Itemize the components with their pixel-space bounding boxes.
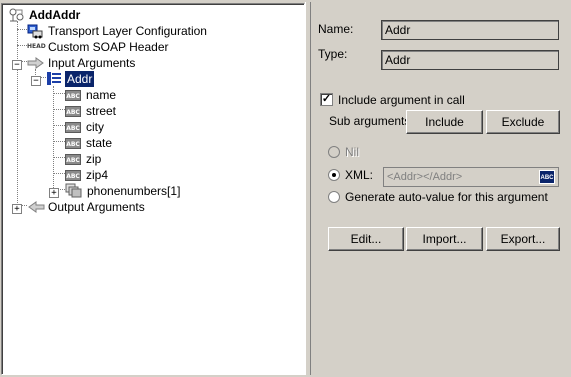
tree-node-label: Transport Layer Configuration <box>48 24 207 38</box>
tree-node-phonenumbers[interactable]: phonenumbers[1] <box>65 183 225 199</box>
string-type-icon: ABC <box>65 122 81 133</box>
type-label: Type: <box>318 47 348 61</box>
transport-icon <box>27 24 43 39</box>
tree-node-input-arguments[interactable]: Input Arguments <box>27 55 227 71</box>
tree-node-field-city[interactable]: ABC city <box>65 119 185 135</box>
tree-connector <box>53 86 54 190</box>
tree-node-soap-header[interactable]: HEAD Custom SOAP Header <box>27 39 227 55</box>
tree-node-label: Custom SOAP Header <box>48 40 169 54</box>
xml-radio[interactable] <box>328 169 340 181</box>
tree-node-label: name <box>86 88 117 102</box>
import-button[interactable]: Import... <box>406 227 483 251</box>
include-argument-label: Include argument in call <box>338 93 465 107</box>
nil-label: Nil <box>345 145 359 159</box>
tree-node-label: zip <box>86 152 102 166</box>
tree-connector <box>17 29 27 30</box>
soap-header-icon: HEAD <box>27 43 46 50</box>
tree-node-output-arguments[interactable]: Output Arguments <box>27 199 227 215</box>
tree-connector <box>58 189 65 190</box>
tree-node-addr[interactable]: Addr <box>46 71 126 87</box>
string-type-icon: ABC <box>65 90 81 101</box>
array-icon <box>65 183 82 198</box>
tree-connector <box>53 141 65 142</box>
xml-label: XML: <box>345 168 374 182</box>
tree-connector <box>53 109 65 110</box>
tree-node-field-street[interactable]: ABC street <box>65 103 185 119</box>
method-icon <box>9 8 24 22</box>
tree-connector <box>17 21 18 211</box>
sub-arguments-label: Sub arguments: <box>329 114 414 128</box>
edit-button[interactable]: Edit... <box>328 227 404 251</box>
struct-icon <box>47 72 61 85</box>
argument-tree[interactable]: AddAddr Transport Layer Configuration HE… <box>1 3 305 375</box>
name-label: Name: <box>318 22 354 36</box>
exclude-button[interactable]: Exclude <box>486 110 560 134</box>
include-argument-checkbox[interactable]: ✓ <box>320 93 333 106</box>
tree-node-label: AddAddr <box>29 8 81 22</box>
type-field: Addr <box>381 50 559 70</box>
auto-value-radio[interactable] <box>328 191 340 203</box>
xml-value-field[interactable]: <Addr></Addr> <box>383 167 559 187</box>
collapse-toggle[interactable]: − <box>12 60 22 70</box>
include-button[interactable]: Include <box>406 110 483 134</box>
tree-node-field-zip[interactable]: ABC zip <box>65 151 185 167</box>
output-arrow-icon <box>28 201 45 213</box>
tree-node-label: Addr <box>65 71 95 87</box>
collapse-toggle[interactable]: − <box>31 76 41 86</box>
tree-node-label: phonenumbers[1] <box>87 184 181 198</box>
tree-connector <box>53 173 65 174</box>
input-arrow-icon <box>27 57 44 69</box>
tree-node-label: Output Arguments <box>48 200 145 214</box>
pane-splitter[interactable] <box>305 2 311 375</box>
expand-toggle[interactable]: + <box>49 188 59 198</box>
tree-node-transport[interactable]: Transport Layer Configuration <box>27 23 227 39</box>
tree-node-label: street <box>86 104 117 118</box>
tree-node-label: city <box>86 120 104 134</box>
name-field: Addr <box>381 20 559 40</box>
tree-connector <box>53 93 65 94</box>
tree-node-field-zip4[interactable]: ABC zip4 <box>65 167 185 183</box>
tree-node-field-name[interactable]: ABC name <box>65 87 185 103</box>
string-type-icon: ABC <box>65 154 81 165</box>
string-type-icon: ABC <box>65 170 81 181</box>
expand-toggle[interactable]: + <box>12 204 22 214</box>
nil-radio[interactable] <box>328 146 340 158</box>
auto-value-label: Generate auto-value for this argument <box>345 190 548 204</box>
export-button[interactable]: Export... <box>486 227 560 251</box>
string-type-icon: ABC <box>65 106 81 117</box>
tree-node-label: state <box>86 136 113 150</box>
tree-node-label: Input Arguments <box>48 56 136 70</box>
tree-connector <box>17 45 27 46</box>
string-type-icon: ABC <box>65 138 81 149</box>
xml-editor-button[interactable]: ABC <box>539 170 555 184</box>
tree-connector <box>53 157 65 158</box>
tree-node-root[interactable]: AddAddr <box>8 7 128 23</box>
tree-node-label: zip4 <box>86 168 109 182</box>
tree-connector <box>53 125 65 126</box>
tree-node-field-state[interactable]: ABC state <box>65 135 185 151</box>
